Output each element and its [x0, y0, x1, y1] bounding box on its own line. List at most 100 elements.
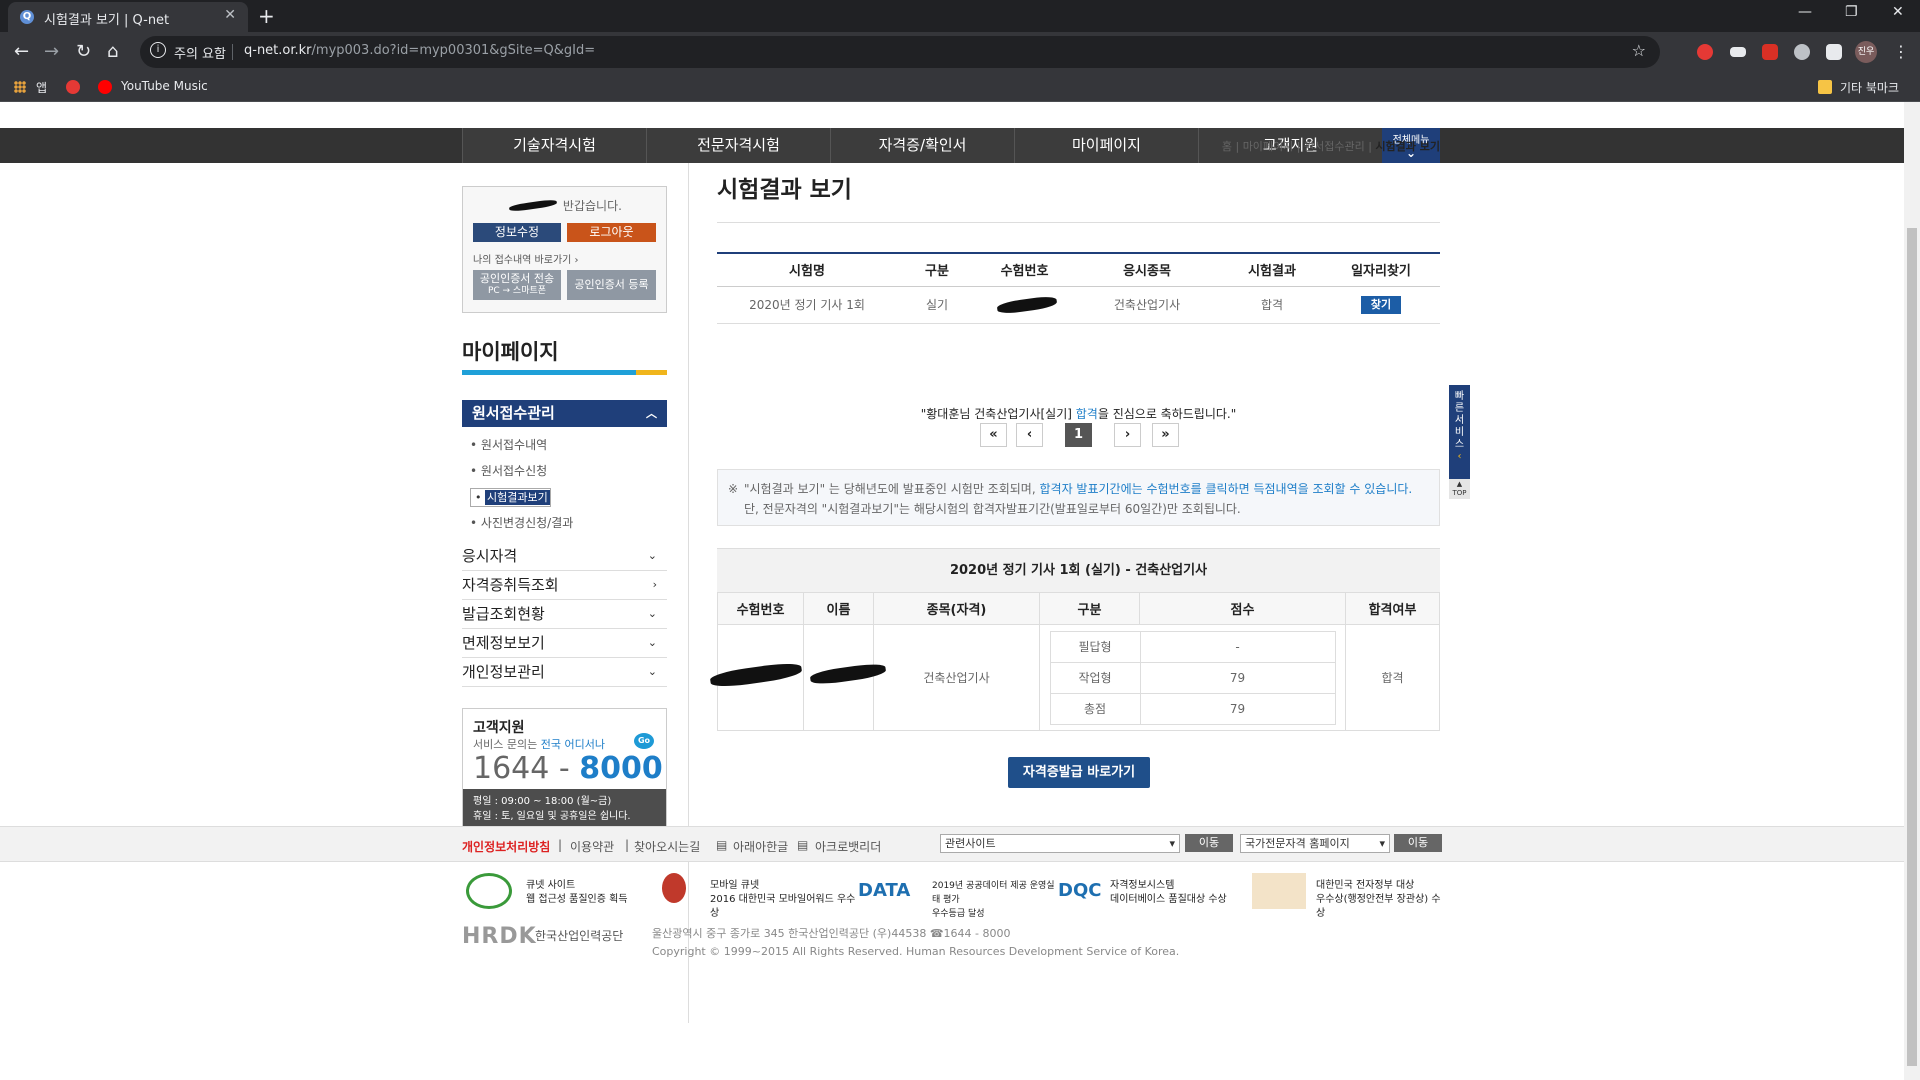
score-label: 필답형 — [1049, 630, 1141, 663]
score-value: - — [1139, 630, 1336, 663]
quick-service-tab[interactable]: 빠른서비스 ‹ — [1449, 385, 1470, 479]
pager-first-button[interactable]: « — [980, 423, 1007, 447]
notice-mark: ※ — [728, 482, 739, 496]
results-table: 시험명 구분 수험번호 응시종목 시험결과 일자리찾기 2020년 정기 기사 … — [717, 252, 1440, 324]
pro-qual-select[interactable]: 국가전문자격 홈페이지 ▾ — [1240, 834, 1390, 853]
directions-link[interactable]: 찾아오시는길 — [634, 838, 700, 855]
bookmark-youtube-music[interactable]: YouTube Music — [121, 79, 208, 93]
customer-service-box: 고객지원 서비스 문의는 전국 어디서나 Go 1644 - 8000 평일 :… — [462, 708, 667, 830]
cert-register-button[interactable]: 공인인증서 등록 — [567, 270, 656, 300]
cert-transfer-label: 공인인증서 전송 — [479, 272, 555, 285]
tab-title: 시험결과 보기 | Q-net — [44, 13, 170, 28]
cell-job-search: 찾기 — [1322, 286, 1440, 324]
sidebar-item-qualification[interactable]: 응시자격 ⌄ — [462, 542, 667, 571]
sidebar-item-exemption[interactable]: 면제정보보기 ⌄ — [462, 629, 667, 658]
gnb-tech-exam[interactable]: 기술자격시험 — [462, 128, 646, 163]
sub-item-photo-change[interactable]: • 사진변경신청/결과 — [470, 514, 573, 531]
scrollbar-thumb[interactable] — [1907, 228, 1917, 1066]
profile-avatar[interactable]: 진우 — [1855, 41, 1877, 63]
hwp-link[interactable]: 아래아한글 — [733, 838, 788, 855]
top-button[interactable]: ▲ TOP — [1449, 479, 1470, 499]
cs-desc-highlight: 전국 어디서나 — [540, 738, 605, 751]
cell-exam-number[interactable] — [977, 286, 1072, 324]
page: 기술자격시험 전문자격시험 자격증/확인서 마이페이지 고객지원 전체메뉴 ⌄ … — [0, 102, 1904, 1080]
bookmark-apps[interactable]: 앱 — [36, 79, 47, 96]
reload-icon[interactable]: ↻ — [76, 41, 91, 62]
pager-current-page[interactable]: 1 — [1065, 423, 1092, 447]
gnb-certificate[interactable]: 자격증/확인서 — [830, 128, 1014, 163]
congrats-pass: 합격 — [1075, 407, 1098, 421]
related-site-select[interactable]: 관련사이트 ▾ — [940, 834, 1180, 853]
pager-next-button[interactable]: › — [1114, 423, 1141, 447]
home-icon[interactable]: ⌂ — [107, 41, 118, 62]
col-category: 구분 — [1039, 592, 1140, 625]
other-bookmarks[interactable]: 기타 북마크 — [1840, 79, 1899, 96]
sub-item-exam-results[interactable]: • 시험결과보기 — [470, 488, 551, 507]
certificate-issue-button[interactable]: 자격증발급 바로가기 — [1008, 757, 1150, 788]
award-line2: 우수등급 달성 — [932, 909, 985, 919]
browser-menu-icon[interactable]: ⋮ — [1893, 42, 1909, 61]
qnet-favicon-icon: Q — [20, 10, 34, 24]
apps-grid-icon[interactable] — [14, 81, 26, 93]
youtube-music-icon — [98, 80, 112, 94]
forward-icon[interactable]: → — [44, 41, 59, 62]
new-tab-icon[interactable]: + — [258, 4, 275, 28]
close-window-icon[interactable]: ✕ — [1892, 4, 1904, 20]
edit-info-button[interactable]: 정보수정 — [473, 223, 561, 242]
back-icon[interactable]: ← — [14, 41, 29, 62]
browser-tab[interactable]: Q 시험결과 보기 | Q-net ✕ — [8, 2, 248, 32]
address-bar[interactable]: i 주의 요함 q-net.or.kr/myp003.do?id=myp0030… — [140, 36, 1660, 68]
notice-box: ※ "시험결과 보기" 는 당해년도에 발표중인 시험만 조회되며, 합격자 발… — [717, 469, 1440, 526]
table-row: 건축산업기사 필답형 - 작업형 79 총점 79 합격 — [709, 624, 1440, 731]
award-egov: 대한민국 전자정부 대상 우수상(행정안전부 장관상) 수상 — [1252, 873, 1448, 919]
wa-logo-icon — [466, 873, 512, 909]
bookmark-k-icon[interactable] — [66, 80, 80, 94]
breadcrumb-application[interactable]: 원서접수관리 — [1304, 140, 1365, 153]
cert-transfer-button[interactable]: 공인인증서 전송 PC → 스마트폰 — [473, 270, 561, 300]
breadcrumb-home[interactable]: 홈 — [1222, 140, 1232, 153]
sidebar-item-application[interactable]: 원서접수관리 ︿ — [462, 400, 667, 427]
gnb-pro-exam[interactable]: 전문자격시험 — [646, 128, 830, 163]
pager-last-button[interactable]: » — [1152, 423, 1179, 447]
security-label[interactable]: 주의 요함 — [174, 43, 226, 62]
sidebar-item-certificate-lookup[interactable]: 자격증취득조회 › — [462, 571, 667, 600]
sub-item-application-history[interactable]: • 원서접수내역 — [470, 436, 547, 453]
congrats-before: "황대훈님 건축산업기사[실기] — [920, 407, 1076, 421]
extension-screen-icon[interactable] — [1730, 47, 1746, 57]
go-badge-icon[interactable]: Go — [634, 733, 654, 749]
col-result: 시험결과 — [1222, 252, 1322, 287]
data-logo-icon: DATA — [858, 880, 911, 901]
chevron-down-icon: ▾ — [1169, 837, 1175, 850]
acrobat-link[interactable]: 아크로뱃리더 — [815, 838, 881, 855]
col-subject: 종목(자격) — [873, 592, 1040, 625]
privacy-policy-link[interactable]: 개인정보처리방침 — [462, 838, 550, 855]
find-job-button[interactable]: 찾기 — [1361, 295, 1401, 314]
minimize-icon[interactable]: — — [1798, 4, 1812, 20]
award-line2: 우수상(행정안전부 장관상) 수상 — [1316, 894, 1441, 919]
sidebar-item-personal-info[interactable]: 개인정보관리 ⌄ — [462, 658, 667, 687]
pager-prev-button[interactable]: ‹ — [1016, 423, 1043, 447]
bookmark-star-icon[interactable]: ☆ — [1632, 41, 1646, 60]
extension-red-icon[interactable] — [1697, 44, 1713, 60]
restore-icon[interactable]: ❐ — [1845, 4, 1858, 20]
my-application-link[interactable]: 나의 접수내역 바로가기 › — [473, 251, 579, 266]
extension-globe-icon[interactable] — [1794, 44, 1810, 60]
pro-qual-go-button[interactable]: 이동 — [1394, 834, 1442, 852]
extensions-puzzle-icon[interactable] — [1826, 44, 1842, 60]
sidebar-menu-label: 자격증취득조회 — [462, 576, 559, 594]
url-text[interactable]: q-net.or.kr/myp003.do?id=myp00301&gSite=… — [244, 43, 595, 58]
related-site-value: 관련사이트 — [945, 837, 996, 850]
sub-item-application-request[interactable]: • 원서접수신청 — [470, 462, 547, 479]
page-scrollbar[interactable] — [1904, 102, 1920, 1080]
sidebar-item-issuance[interactable]: 발급조회현황 ⌄ — [462, 600, 667, 629]
chevron-up-icon: ︿ — [646, 407, 657, 420]
terms-link[interactable]: 이용약관 — [570, 838, 614, 855]
close-tab-icon[interactable]: ✕ — [224, 7, 236, 23]
sub-item-label: 원서접수내역 — [480, 438, 548, 452]
logout-button[interactable]: 로그아웃 — [567, 223, 656, 242]
related-site-go-button[interactable]: 이동 — [1185, 834, 1233, 852]
extension-shield-icon[interactable] — [1762, 44, 1778, 60]
breadcrumb-mypage[interactable]: 마이페이지 — [1243, 140, 1294, 153]
col-subject: 응시종목 — [1072, 252, 1222, 287]
info-icon[interactable]: i — [150, 42, 166, 58]
